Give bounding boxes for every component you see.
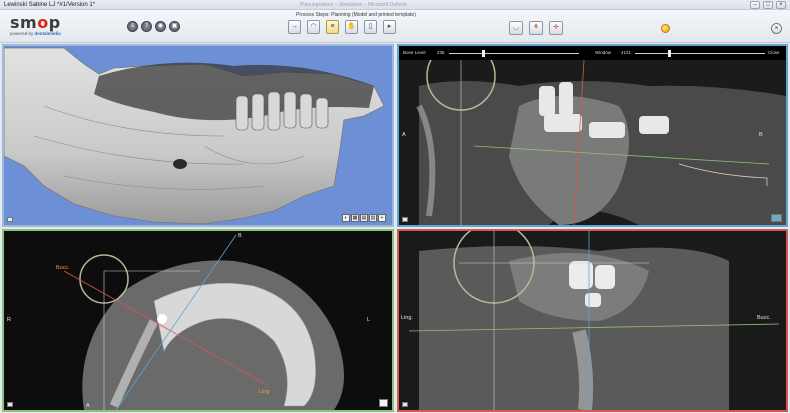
view-3d-tools: ◐ ▦ ▤ ▥ +	[342, 214, 386, 222]
jaw-3d-render	[4, 47, 385, 225]
step-teeth[interactable]: ≡	[326, 20, 339, 34]
logo-wordmark: smop	[10, 15, 61, 31]
view-3d[interactable]: ◐ ▦ ▤ ▥ +	[2, 44, 394, 227]
view-3d-settings-icon[interactable]	[7, 217, 13, 222]
sagittal-settings-icon[interactable]	[402, 217, 408, 222]
eye-icon: ◉	[157, 23, 164, 29]
crosshair-button[interactable]: ✛	[549, 21, 563, 35]
right-tool-buttons: ◡ ⚘ ✛	[509, 21, 563, 35]
maximize-button[interactable]: □	[763, 1, 773, 9]
help-icon: ?	[144, 23, 149, 29]
process-steps-buttons: → ◠ ≡ ✋ ▯ ▸	[276, 20, 436, 34]
axial-expand-icon[interactable]	[379, 399, 388, 407]
step-implant[interactable]: →	[288, 20, 301, 34]
sagittal-screen-icon[interactable]	[771, 214, 782, 222]
view-axial[interactable]: B Bucc. R L Ling A	[2, 229, 394, 412]
view-3d-tool-contrast[interactable]: ◐	[342, 214, 350, 222]
sagittal-level-bar: Bone Level 236 Window 4121 Close	[399, 46, 786, 60]
visibility-button[interactable]: ◉	[155, 21, 166, 32]
smop-logo: smop powered by dentalmedia	[10, 15, 61, 37]
window-label: Window	[595, 50, 612, 55]
model-icon: ◠	[310, 23, 317, 30]
view-3d-tool-slice[interactable]: ▥	[369, 214, 377, 222]
logo-wordmark-o: o	[37, 13, 49, 32]
bone-level-track[interactable]	[449, 53, 579, 54]
axial-label-bottom: A	[86, 403, 90, 409]
left-tool-buttons: ≡ ? ◉ ▣	[127, 21, 180, 32]
tooth-icon: ⚘	[532, 24, 540, 31]
menu-icon: ≡	[130, 23, 135, 29]
crosshair-icon: ✛	[553, 24, 559, 31]
process-steps: Process Steps: Planning (Model and print…	[276, 12, 436, 34]
bone-level-label: Bone Level	[403, 50, 426, 55]
close-icon: ×	[774, 25, 779, 32]
camera-icon: ▣	[171, 23, 178, 29]
sagittal-label-right: B	[759, 132, 763, 138]
bone-level-slider-handle[interactable]	[481, 50, 485, 57]
axial-label-bucc: Bucc.	[56, 265, 70, 271]
axial-label-left: R	[7, 317, 11, 323]
title-bar: Lewinski Sabine LJ *#1/Version 1* Planun…	[0, 0, 790, 10]
sagittal-label-left: A	[402, 132, 406, 138]
logo-tagline-prefix: powered by	[10, 31, 35, 36]
coronal-settings-icon[interactable]	[402, 402, 408, 407]
close-app-button[interactable]: ×	[771, 23, 782, 34]
template-icon: ▯	[368, 23, 373, 30]
step-template[interactable]: ▯	[364, 20, 377, 34]
window-slider-handle[interactable]	[667, 50, 671, 57]
axial-settings-icon[interactable]	[7, 402, 13, 407]
view-3d-tool-layer[interactable]: ▤	[360, 214, 368, 222]
window-title: Lewinski Sabine LJ *#1/Version 1*	[4, 2, 96, 8]
logo-tagline-brand: dentalmedia	[34, 31, 61, 36]
logo-wordmark-right: p	[48, 13, 61, 32]
camera-button[interactable]: ▣	[169, 21, 180, 32]
close-window-button[interactable]: ×	[776, 1, 786, 9]
app-window: Lewinski Sabine LJ *#1/Version 1* Planun…	[0, 0, 790, 413]
step-model[interactable]: ◠	[307, 20, 320, 34]
panorama-button[interactable]: ◡	[509, 21, 523, 35]
window-controls: – □ ×	[750, 1, 786, 9]
axial-slice	[63, 234, 344, 410]
coronal-slice	[399, 231, 786, 410]
step-export[interactable]: ▸	[383, 20, 396, 34]
help-button[interactable]: ?	[141, 21, 152, 32]
teeth-icon: ≡	[330, 23, 335, 30]
menu-button[interactable]: ≡	[127, 21, 138, 32]
panorama-icon: ◡	[512, 24, 520, 31]
logo-tagline: powered by dentalmedia	[10, 31, 61, 37]
axial-label-ling: Ling	[259, 389, 270, 395]
status-light-icon	[661, 24, 670, 33]
hand-icon: ✋	[347, 23, 356, 30]
view-coronal[interactable]: Ling. Bucc.	[397, 229, 788, 412]
view-3d-tool-zoom[interactable]: +	[378, 214, 386, 222]
view-3d-tool-grid[interactable]: ▦	[351, 214, 359, 222]
coronal-label-right: Bucc.	[757, 315, 771, 321]
main-toolbar: smop powered by dentalmedia ≡ ? ◉ ▣ Proc…	[0, 10, 790, 43]
level-bar-close[interactable]: Close	[768, 50, 780, 56]
axial-label-right: L	[367, 317, 371, 323]
window-value: 4121	[621, 50, 632, 55]
tooth-button[interactable]: ⚘	[529, 21, 543, 35]
bone-level-value: 236	[437, 50, 445, 55]
minimize-button[interactable]: –	[750, 1, 760, 9]
axial-label-top: B	[238, 233, 242, 239]
export-icon: ▸	[387, 23, 392, 30]
implant-icon: →	[291, 23, 298, 30]
process-steps-label: Process Steps: Planning (Model and print…	[296, 12, 416, 18]
window-center-caption: Planungsdaten – Simulation – Microsoft O…	[300, 2, 407, 8]
coronal-label-left: Ling.	[401, 315, 413, 321]
window-track[interactable]	[635, 53, 765, 54]
sagittal-slice	[399, 46, 786, 225]
view-sagittal[interactable]: Bone Level 236 Window 4121 Close A B	[397, 44, 788, 227]
step-hand[interactable]: ✋	[345, 20, 358, 34]
logo-wordmark-left: sm	[10, 13, 38, 32]
